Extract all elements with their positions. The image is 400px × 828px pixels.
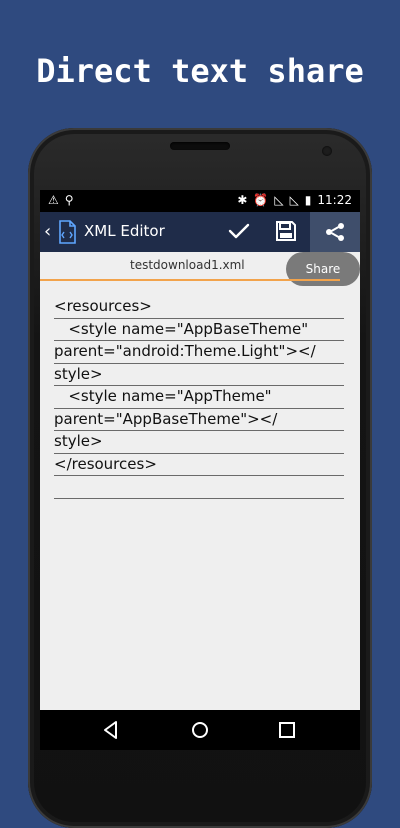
signal-icon: ◺ (274, 193, 284, 207)
checkmark-icon[interactable] (226, 218, 252, 244)
editor-line[interactable]: style> (54, 431, 344, 454)
file-name: testdownload1.xml (130, 258, 245, 272)
editor-line[interactable]: parent="AppBaseTheme"></ (54, 409, 344, 431)
share-icon (326, 223, 344, 241)
status-bar: ⚠ ⚲ ✱ ⏰ ◺ ◺ ▮ 11:22 (40, 190, 360, 212)
warning-icon: ⚠ (48, 193, 59, 207)
front-camera (322, 146, 332, 156)
back-icon[interactable] (100, 719, 122, 741)
xml-editor-text-area[interactable]: <resources> <style name="AppBaseTheme" p… (54, 296, 344, 499)
headline: Direct text share (36, 52, 364, 90)
home-icon[interactable] (189, 719, 211, 741)
speaker-grille (170, 142, 230, 150)
editor-line[interactable]: <style name="AppTheme" (54, 386, 344, 409)
navigation-bar (40, 710, 360, 750)
signal-icon-2: ◺ (289, 193, 299, 207)
back-arrow-icon[interactable]: ‹ (44, 221, 51, 242)
save-icon[interactable] (274, 219, 298, 243)
xml-file-icon (59, 220, 76, 244)
phone-frame: ⚠ ⚲ ✱ ⏰ ◺ ◺ ▮ 11:22 ‹ XML Editor testdow… (28, 128, 372, 828)
share-button[interactable] (310, 212, 360, 252)
usb-icon: ⚲ (64, 193, 74, 207)
editor-line[interactable]: parent="android:Theme.Light"></ (54, 341, 344, 364)
editor-line[interactable]: <style name="AppBaseTheme" (54, 319, 344, 341)
app-bar: ‹ XML Editor (40, 212, 360, 252)
alarm-icon: ⏰ (253, 193, 269, 207)
battery-icon: ▮ (304, 193, 312, 207)
app-title: XML Editor (84, 222, 165, 240)
recents-icon[interactable] (276, 719, 298, 741)
editor-line[interactable]: <resources> (54, 296, 344, 319)
editor-line[interactable] (54, 476, 344, 499)
phone-screen: ⚠ ⚲ ✱ ⏰ ◺ ◺ ▮ 11:22 ‹ XML Editor testdow… (40, 190, 360, 750)
bluetooth-icon: ✱ (237, 193, 248, 207)
editor-line[interactable]: </resources> (54, 454, 344, 476)
status-right-icons: ✱ ⏰ ◺ ◺ ▮ 11:22 (237, 193, 352, 207)
status-time: 11:22 (317, 193, 352, 207)
divider (40, 279, 340, 281)
status-left-icons: ⚠ ⚲ (48, 193, 74, 207)
editor-line[interactable]: style> (54, 364, 344, 386)
